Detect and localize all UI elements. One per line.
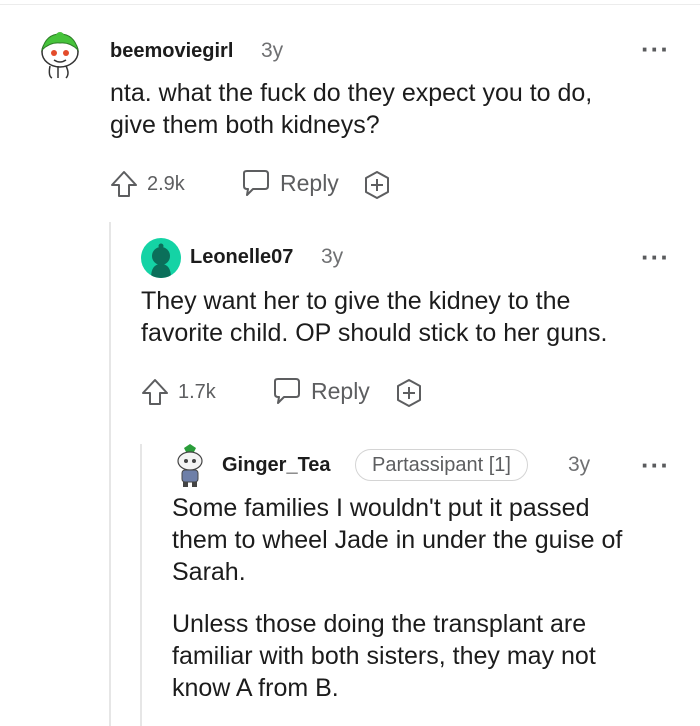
award-button[interactable] [394,378,424,408]
upvote-button[interactable]: 1.7k [140,377,216,407]
comment-age: 3y [261,39,284,62]
speech-bubble-icon [243,170,269,196]
comment-body: Unless those doing the transplant are fa… [172,608,596,704]
reply-label: Reply [311,377,370,404]
snoo-bee-avatar-icon[interactable] [36,28,84,80]
more-options-icon[interactable]: ··· [641,452,670,478]
upvote-count: 1.7k [178,380,216,403]
reply-button[interactable]: Reply [271,375,370,407]
comment-body: nta. what the fuck do they expect you to… [110,77,592,141]
thread-line[interactable] [140,444,142,726]
more-options-icon[interactable]: ··· [641,244,670,270]
comment-text-line: give them both kidneys? [110,111,380,139]
user-flair-badge: Partassipant [1] [355,449,528,481]
comment-age: 3y [568,453,591,476]
upvote-arrow-icon [111,171,137,197]
reply-label: Reply [280,169,339,196]
comment-body: Some families I wouldn't put it passed t… [172,492,622,588]
username[interactable]: Leonelle07 [190,246,293,269]
comment-text-line: Sarah. [172,558,246,586]
award-button[interactable] [362,170,392,200]
upvote-arrow-icon [142,379,168,405]
comment-text-line: nta. what the fuck do they expect you to… [110,79,593,107]
snoo-teal-avatar-icon[interactable] [141,238,181,278]
award-plus-icon [365,171,389,199]
upvote-button[interactable]: 2.9k [109,169,185,199]
comment-text-line: familiar with both sisters, they may not [172,642,596,670]
reply-button[interactable]: Reply [240,167,339,199]
comment-body: They want her to give the kidney to the … [141,285,607,349]
thread-line[interactable] [109,222,111,726]
snoo-ginger-avatar-icon[interactable] [172,444,208,488]
speech-bubble-icon [274,378,300,404]
comment-text-line: Some families I wouldn't put it passed [172,494,590,522]
comment-text-line: favorite child. OP should stick to her g… [141,319,608,347]
comment-text-line: They want her to give the kidney to the [141,287,571,315]
more-options-icon[interactable]: ··· [641,36,670,62]
username[interactable]: beemoviegirl [110,40,233,63]
username[interactable]: Ginger_Tea [222,454,331,477]
comment-text-line: Unless those doing the transplant are [172,610,587,638]
award-plus-icon [397,379,421,407]
top-divider [0,4,700,5]
upvote-count: 2.9k [147,172,185,195]
comment-text-line: know A from B. [172,674,339,702]
comment-text-line: them to wheel Jade in under the guise of [172,526,623,554]
comment-age: 3y [321,245,344,268]
